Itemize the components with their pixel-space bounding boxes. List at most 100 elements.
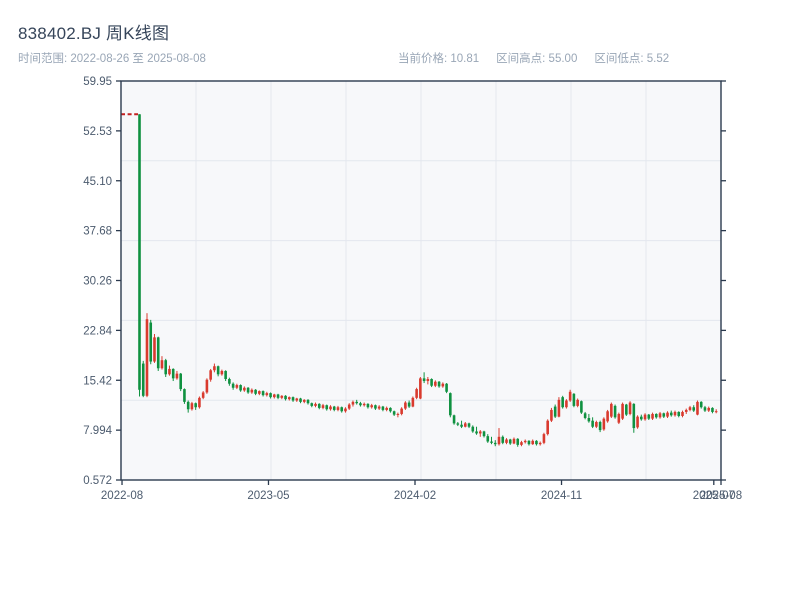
candle-down [711,407,714,412]
candle-up [497,436,501,445]
candle-up [531,440,535,445]
candle-down [171,368,175,379]
candle-down [216,366,220,375]
candle-down [467,423,471,427]
candle-up [377,406,381,409]
candle-up [220,370,224,375]
candle-down [587,417,591,422]
candle-up [302,399,306,402]
y-tick-label: 7.994 [83,425,112,437]
candle-down [692,407,696,411]
candle-up [542,434,546,443]
x-tick-label: 2023-05 [247,490,289,502]
candle-down [254,389,257,394]
candle-down [460,424,463,427]
candle-down [535,440,538,445]
x-tick-label: 2025-08 [700,490,742,502]
candle-up [568,391,572,401]
candle-down [640,416,643,420]
candle-up [520,442,523,445]
candle-down [625,404,628,415]
candle-up [610,403,613,417]
y-tick-label: 15.42 [83,375,112,387]
candle-down [422,378,426,382]
candle-down [284,395,287,400]
candle-down [486,436,490,442]
candle-up [681,411,684,416]
candle-up [557,399,561,417]
candle-down [430,379,433,386]
candle-down [572,393,576,406]
candle-down [381,406,385,410]
candle-up [617,413,621,423]
candle-up [688,407,692,410]
candle-down [583,413,587,418]
candle-down [261,391,265,396]
candle-down [449,393,452,416]
candle-up [550,409,553,421]
candle-down [355,401,358,404]
candle-up [523,440,527,443]
x-tick-label: 2024-11 [541,490,582,502]
candle-down [340,407,344,412]
candle-down [269,393,272,398]
candle-up [287,397,291,400]
candle-down [299,398,302,402]
candle-up [415,389,418,398]
candle-up [658,413,662,418]
candle-down [141,363,145,396]
candle-down [359,403,362,406]
candle-down [598,422,602,431]
candle-up [314,403,317,406]
y-tick-label: 59.95 [83,76,112,88]
candle-up [190,403,194,410]
candle-up [478,431,482,434]
candle-down [156,337,160,369]
candle-down [149,322,153,362]
candle-down [332,406,336,410]
candle-up [505,439,508,443]
candle-down [654,413,658,418]
candle-down [475,431,478,434]
candle-down [452,415,456,424]
candle-down [389,407,392,412]
candle-down [662,413,666,417]
candle-down [437,381,441,387]
candle-down [291,397,295,401]
candle-up [419,378,422,399]
candle-up [396,413,400,415]
candlestick-chart: 59.95 52.53 45.10 37.68 30.26 22.84 15.42 7.994… [83,76,742,502]
candle-up [426,379,430,382]
candle-down [699,401,703,408]
candle-down [276,394,280,398]
candle-down [186,401,190,410]
kline-chart-page: 838402.BJ 周K线图 时间范围: 2022-08-26 至 2025-0… [0,0,800,600]
candle-down [591,420,594,427]
candle-up [463,423,467,427]
candle-up [441,383,445,387]
candle-up [205,379,209,393]
candle-down [310,403,314,406]
candle-up [201,392,205,398]
candle-down [669,412,673,416]
candle-up [606,411,609,422]
candle-down [407,402,411,407]
candle-up [714,411,718,413]
candle-up [643,414,647,420]
candle-down [456,423,460,425]
candle-up [213,366,216,371]
candle-down [561,397,564,408]
candle-up [595,422,598,427]
y-tick-label: 52.53 [83,126,112,138]
candle-down [490,441,493,443]
candle-up [512,438,516,444]
candle-up [209,370,212,380]
candle-down [632,403,636,429]
candle-up [329,406,332,410]
candle-up [280,395,284,398]
candle-up [628,402,632,414]
candle-down [138,114,141,390]
candle-down [231,383,235,388]
candle-up [576,399,579,406]
candle-up [258,391,261,394]
